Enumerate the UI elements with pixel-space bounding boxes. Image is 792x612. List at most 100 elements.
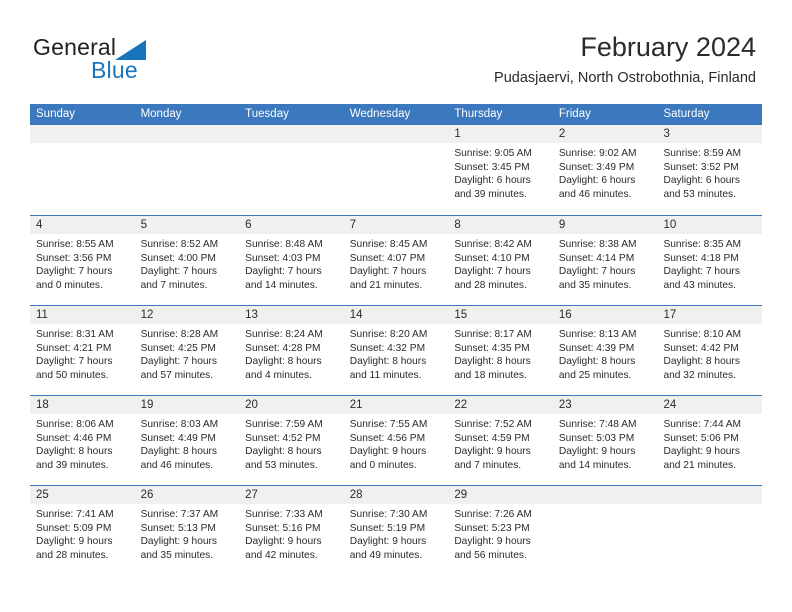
sunrise-text: Sunrise: 8:52 AM: [140, 239, 219, 250]
day-number: 28: [349, 489, 363, 501]
day-sun-info: Sunrise: 7:30 AM Sunset: 5:19 PM Daylight:…: [344, 504, 449, 562]
sunrise-text: Sunrise: 7:48 AM: [558, 419, 637, 430]
sunset-text: Sunset: 4:00 PM: [140, 252, 216, 264]
daylight-text-line1: Daylight: 7 hours: [245, 266, 322, 278]
calendar-day-cell[interactable]: 22 Sunrise: 7:52 AM Sunset: 4:59 PM Dayligh…: [448, 396, 553, 485]
calendar-day-cell[interactable]: 26 Sunrise: 7:37 AM Sunset: 5:13 PM Dayligh…: [134, 486, 240, 575]
day-number: 4: [36, 219, 43, 231]
day-number: 23: [558, 399, 572, 411]
sunrise-text: Sunrise: 7:59 AM: [245, 419, 323, 430]
daylight-text-line2: and 39 minutes.: [36, 459, 109, 471]
calendar-day-cell[interactable]: 20 Sunrise: 7:59 AM Sunset: 4:52 PM Dayligh…: [239, 396, 344, 485]
daylight-text-line2: and 53 minutes.: [245, 459, 318, 471]
calendar-day-cell[interactable]: 10 Sunrise: 8:35 AM Sunset: 4:18 PM Dayligh…: [657, 216, 763, 305]
sunset-text: Sunset: 5:13 PM: [140, 522, 216, 534]
sunrise-text: Sunrise: 8:48 AM: [245, 239, 323, 250]
daylight-text-line1: Daylight: 7 hours: [663, 266, 740, 278]
sunrise-text: Sunrise: 8:35 AM: [663, 239, 742, 250]
daylight-text-line2: and 7 minutes.: [140, 279, 208, 291]
calendar-day-cell[interactable]: 7 Sunrise: 8:45 AM Sunset: 4:07 PM Daylight…: [343, 216, 449, 305]
calendar-week-row: 11 Sunrise: 8:31 AM Sunset: 4:21 PM Dayligh…: [30, 305, 763, 395]
sunset-text: Sunset: 5:23 PM: [454, 522, 530, 534]
daylight-text-line1: Daylight: 9 hours: [36, 536, 113, 548]
sunrise-text: Sunrise: 9:05 AM: [454, 148, 532, 159]
calendar-day-cell[interactable]: 25 Sunrise: 7:41 AM Sunset: 5:09 PM Dayligh…: [30, 486, 135, 575]
day-number: 1: [454, 128, 461, 140]
sunset-text: Sunset: 4:39 PM: [558, 342, 635, 354]
day-number-band: 18: [30, 396, 135, 414]
daylight-text-line1: Daylight: 9 hours: [663, 446, 740, 458]
day-sun-info: Sunrise: 8:38 AM Sunset: 4:14 PM Daylight:…: [553, 234, 658, 292]
daylight-text-line1: Daylight: 7 hours: [36, 266, 113, 278]
day-sun-info: Sunrise: 9:02 AM Sunset: 3:49 PM Daylight:…: [553, 143, 658, 201]
calendar-day-cell[interactable]: 29 Sunrise: 7:26 AM Sunset: 5:23 PM Dayligh…: [448, 486, 553, 575]
day-number-band: [134, 125, 240, 143]
day-number-band: 3: [657, 125, 763, 143]
day-sun-info: Sunrise: 7:52 AM Sunset: 4:59 PM Daylight:…: [448, 414, 553, 472]
sunset-text: Sunset: 4:14 PM: [558, 252, 635, 264]
daylight-text-line1: Daylight: 8 hours: [245, 446, 322, 458]
day-number-band: 4: [30, 216, 135, 234]
day-number-band: 23: [552, 396, 658, 414]
daylight-text-line1: Daylight: 6 hours: [454, 175, 531, 187]
calendar-day-cell[interactable]: 11 Sunrise: 8:31 AM Sunset: 4:21 PM Dayligh…: [30, 306, 135, 395]
sunset-text: Sunset: 4:59 PM: [454, 432, 530, 444]
day-number: 24: [663, 399, 677, 411]
day-number: 14: [349, 309, 363, 321]
calendar-day-cell[interactable]: 27 Sunrise: 7:33 AM Sunset: 5:16 PM Dayligh…: [239, 486, 344, 575]
sunset-text: Sunset: 4:52 PM: [245, 432, 321, 444]
weekday-header-tuesday: Tuesday: [245, 108, 289, 120]
sunrise-text: Sunrise: 8:10 AM: [663, 329, 742, 340]
daylight-text-line2: and 18 minutes.: [454, 369, 527, 381]
daylight-text-line2: and 21 minutes.: [349, 279, 423, 291]
sunset-text: Sunset: 3:45 PM: [454, 161, 530, 173]
calendar-day-cell[interactable]: 13 Sunrise: 8:24 AM Sunset: 4:28 PM Dayligh…: [239, 306, 344, 395]
daylight-text-line2: and 11 minutes.: [349, 369, 422, 381]
calendar-day-cell[interactable]: 9 Sunrise: 8:38 AM Sunset: 4:14 PM Daylight…: [552, 216, 658, 305]
calendar-day-cell[interactable]: 14 Sunrise: 8:20 AM Sunset: 4:32 PM Dayligh…: [343, 306, 449, 395]
calendar-day-cell[interactable]: 2 Sunrise: 9:02 AM Sunset: 3:49 PM Daylight…: [552, 125, 658, 215]
day-number-band: 27: [239, 486, 344, 504]
calendar-day-cell[interactable]: 21 Sunrise: 7:55 AM Sunset: 4:56 PM Dayligh…: [343, 396, 449, 485]
calendar-day-cell-empty: [552, 486, 658, 575]
daylight-text-line1: Daylight: 9 hours: [349, 536, 427, 548]
calendar-day-cell[interactable]: 15 Sunrise: 8:17 AM Sunset: 4:35 PM Dayligh…: [448, 306, 553, 395]
day-number-band: 14: [343, 306, 449, 324]
daylight-text-line2: and 57 minutes.: [140, 369, 214, 381]
daylight-text-line1: Daylight: 9 hours: [454, 446, 531, 458]
logo-text-blue: Blue: [91, 57, 138, 83]
sunset-text: Sunset: 4:49 PM: [140, 432, 216, 444]
calendar-day-cell-empty: [134, 125, 240, 215]
day-number: 8: [454, 219, 461, 231]
calendar-day-cell[interactable]: 28 Sunrise: 7:30 AM Sunset: 5:19 PM Dayligh…: [343, 486, 449, 575]
sunset-text: Sunset: 4:18 PM: [663, 252, 739, 264]
calendar-day-cell[interactable]: 17 Sunrise: 8:10 AM Sunset: 4:42 PM Dayligh…: [657, 306, 763, 395]
daylight-text-line1: Daylight: 8 hours: [349, 356, 427, 368]
day-number: 5: [140, 219, 147, 231]
calendar-day-cell[interactable]: 24 Sunrise: 7:44 AM Sunset: 5:06 PM Dayligh…: [657, 396, 763, 485]
calendar-day-cell[interactable]: 6 Sunrise: 8:48 AM Sunset: 4:03 PM Daylight…: [239, 216, 344, 305]
day-number-band: 2: [552, 125, 658, 143]
sunset-text: Sunset: 5:19 PM: [349, 522, 426, 534]
calendar-day-cell[interactable]: 3 Sunrise: 8:59 AM Sunset: 3:52 PM Daylight…: [657, 125, 763, 215]
calendar-day-cell[interactable]: 18 Sunrise: 8:06 AM Sunset: 4:46 PM Dayligh…: [30, 396, 135, 485]
calendar-day-cell[interactable]: 19 Sunrise: 8:03 AM Sunset: 4:49 PM Dayligh…: [134, 396, 240, 485]
calendar-day-cell[interactable]: 4 Sunrise: 8:55 AM Sunset: 3:56 PM Daylight…: [30, 216, 135, 305]
sunrise-text: Sunrise: 8:03 AM: [140, 419, 219, 430]
calendar-day-cell[interactable]: 8 Sunrise: 8:42 AM Sunset: 4:10 PM Daylight…: [448, 216, 553, 305]
calendar-day-cell[interactable]: 12 Sunrise: 8:28 AM Sunset: 4:25 PM Dayligh…: [134, 306, 240, 395]
calendar-day-cell[interactable]: 5 Sunrise: 8:52 AM Sunset: 4:00 PM Daylight…: [134, 216, 240, 305]
calendar-day-cell[interactable]: 23 Sunrise: 7:48 AM Sunset: 5:03 PM Dayligh…: [552, 396, 658, 485]
day-number-band: 9: [552, 216, 658, 234]
calendar-day-cell-empty: [30, 125, 135, 215]
daylight-text-line2: and 39 minutes.: [454, 188, 527, 200]
day-number: 3: [663, 128, 670, 140]
calendar-day-cell[interactable]: 1 Sunrise: 9:05 AM Sunset: 3:45 PM Daylight…: [448, 125, 553, 215]
sunrise-text: Sunrise: 8:06 AM: [36, 419, 114, 430]
daylight-text-line1: Daylight: 7 hours: [140, 266, 218, 278]
day-number: 22: [454, 399, 468, 411]
calendar-day-cell[interactable]: 16 Sunrise: 8:13 AM Sunset: 4:39 PM Dayligh…: [552, 306, 658, 395]
day-sun-info: Sunrise: 8:20 AM Sunset: 4:32 PM Daylight:…: [344, 324, 449, 382]
day-sun-info: Sunrise: 8:52 AM Sunset: 4:00 PM Daylight:…: [135, 234, 240, 292]
sunrise-text: Sunrise: 7:30 AM: [349, 509, 428, 520]
